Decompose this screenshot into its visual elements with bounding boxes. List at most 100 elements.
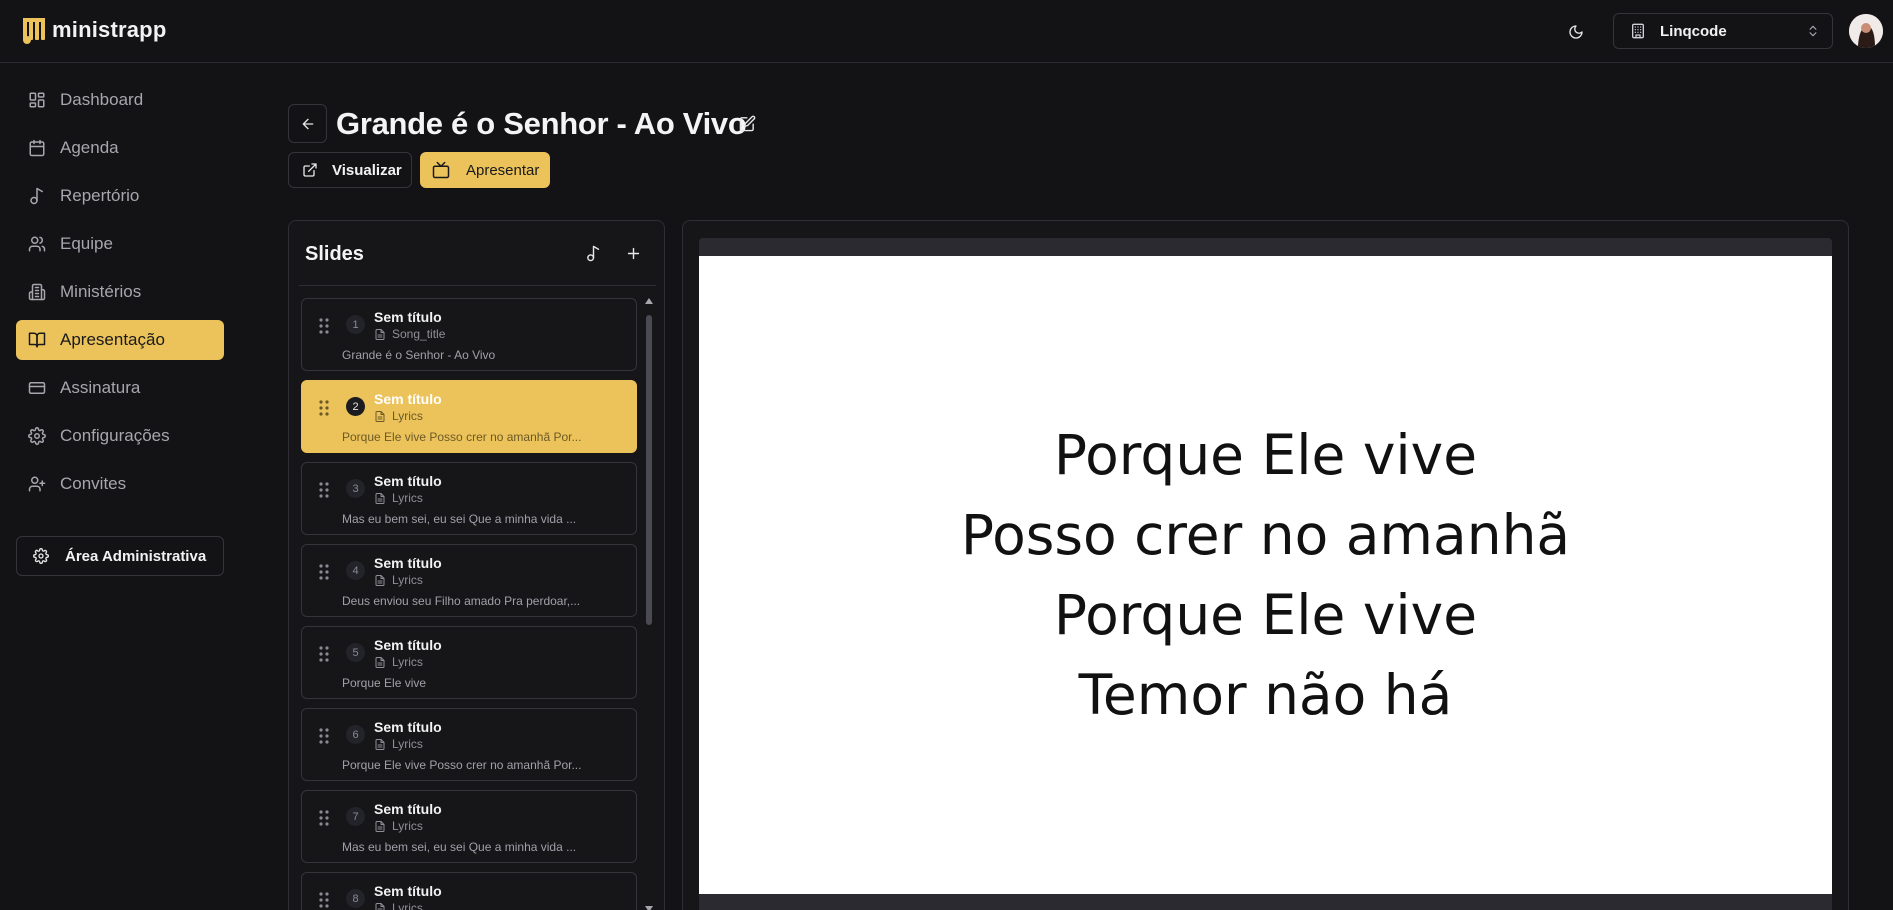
building-icon <box>28 283 46 301</box>
slide-preview-text: Grande é o Senhor - Ao Vivo <box>342 348 496 362</box>
admin-area-button[interactable]: Área Administrativa <box>16 536 224 576</box>
add-song-button[interactable] <box>585 245 602 262</box>
file-text-icon <box>374 902 386 910</box>
drag-handle-icon[interactable] <box>318 645 330 663</box>
theme-toggle-button[interactable] <box>1564 20 1588 44</box>
slide-type: Lyrics <box>374 491 423 505</box>
app-logo[interactable]: ministrapp <box>22 15 166 45</box>
drag-handle-icon[interactable] <box>318 481 330 499</box>
lyric-line: Temor não há <box>1078 663 1453 727</box>
logo-icon <box>22 15 48 45</box>
slide-number: 8 <box>346 889 365 908</box>
slide-title: Sem título <box>374 555 442 571</box>
sidebar-item-label: Apresentação <box>60 330 165 349</box>
drag-handle-icon[interactable] <box>318 727 330 745</box>
sidebar-item-label: Assinatura <box>60 378 141 397</box>
slide-card[interactable]: 5 Sem título Lyrics Porque Ele vive <box>301 626 637 699</box>
file-text-icon <box>374 738 386 751</box>
slide-preview-text: Mas eu bem sei, eu sei Que a minha vida … <box>342 840 577 854</box>
external-link-icon <box>302 162 318 178</box>
slide-number: 3 <box>346 479 365 498</box>
slide-number: 1 <box>346 315 365 334</box>
top-bar: ministrapp Linqcode <box>0 0 1893 63</box>
slide-card[interactable]: 1 Sem título Song_title Grande é o Senhor -… <box>301 298 637 371</box>
slide-card[interactable]: 2 Sem título Lyrics Porque Ele vive Posso c… <box>301 380 637 453</box>
moon-icon <box>1568 24 1584 40</box>
credit-card-icon <box>28 379 46 397</box>
file-text-icon <box>374 492 386 505</box>
app-name: ministrapp <box>52 17 167 42</box>
sidebar-item-label: Equipe <box>60 234 113 253</box>
sidebar-item-assinatura[interactable]: Assinatura <box>16 368 224 408</box>
gear-icon <box>28 427 46 445</box>
sidebar-item-equipe[interactable]: Equipe <box>16 224 224 264</box>
sidebar-item-dashboard[interactable]: Dashboard <box>16 80 224 120</box>
slide-type: Lyrics <box>374 655 423 669</box>
slide-title: Sem título <box>374 637 442 653</box>
file-text-icon <box>374 574 386 587</box>
arrow-left-icon <box>300 116 316 132</box>
slide-type: Song_title <box>374 327 445 341</box>
slide-type-label: Lyrics <box>392 409 423 423</box>
slide-preview-text: Porque Ele vive Posso crer no amanhã Por… <box>342 430 582 444</box>
sidebar-item-convites[interactable]: Convites <box>16 464 224 504</box>
slide-number: 2 <box>346 397 365 416</box>
file-text-icon <box>374 410 386 423</box>
sidebar-item-agenda[interactable]: Agenda <box>16 128 224 168</box>
slide-type-label: Song_title <box>392 327 446 341</box>
drag-handle-icon[interactable] <box>318 317 330 335</box>
divider <box>299 285 656 286</box>
chevrons-up-down-icon <box>1806 24 1820 38</box>
view-button[interactable]: Visualizar <box>288 152 412 188</box>
slide-card[interactable]: 7 Sem título Lyrics Mas eu bem sei, eu sei … <box>301 790 637 863</box>
slide-card[interactable]: 3 Sem título Lyrics Mas eu bem sei, eu sei … <box>301 462 637 535</box>
organization-select[interactable]: Linqcode <box>1613 13 1833 49</box>
slide-type: Lyrics <box>374 573 423 587</box>
slide-number: 5 <box>346 643 365 662</box>
lyric-line: Posso crer no amanhã <box>960 503 1571 567</box>
admin-area-label: Área Administrativa <box>65 547 207 565</box>
slides-scrollbar[interactable] <box>644 295 654 910</box>
present-button-label: Apresentar <box>466 161 540 179</box>
slide-card[interactable]: 8 Sem título Lyrics <box>301 872 637 910</box>
lyric-line: Porque Ele vive <box>1053 423 1478 487</box>
user-plus-icon <box>28 475 46 493</box>
back-button[interactable] <box>288 104 327 143</box>
gear-icon <box>33 548 49 564</box>
slide-title: Sem título <box>374 473 442 489</box>
slide-type-label: Lyrics <box>392 901 423 910</box>
music-note-icon <box>28 187 46 205</box>
sidebar-item-ministerios[interactable]: Ministérios <box>16 272 224 312</box>
sidebar-item-repertorio[interactable]: Repertório <box>16 176 224 216</box>
present-button[interactable]: Apresentar <box>420 152 550 188</box>
book-open-icon <box>28 331 46 349</box>
slide-title: Sem título <box>374 309 442 325</box>
slide-preview-text: Mas eu bem sei, eu sei Que a minha vida … <box>342 512 577 526</box>
drag-handle-icon[interactable] <box>318 399 330 417</box>
sidebar-item-label: Repertório <box>60 186 140 205</box>
edit-title-icon[interactable] <box>739 115 756 132</box>
slide-type: Lyrics <box>374 819 423 833</box>
slide-type-label: Lyrics <box>392 819 423 833</box>
sidebar-item-apresentacao[interactable]: Apresentação <box>16 320 224 360</box>
drag-handle-icon[interactable] <box>318 891 330 909</box>
sidebar-item-configuracoes[interactable]: Configurações <box>16 416 224 456</box>
organization-name: Linqcode <box>1660 22 1727 40</box>
drag-handle-icon[interactable] <box>318 563 330 581</box>
page-title: Grande é o Senhor - Ao Vivo <box>336 106 747 141</box>
scroll-thumb[interactable] <box>646 315 652 625</box>
slide-type-label: Lyrics <box>392 655 423 669</box>
slide-card[interactable]: 6 Sem título Lyrics Porque Ele vive Posso c… <box>301 708 637 781</box>
slide-card[interactable]: 4 Sem título Lyrics Deus enviou seu Filho a… <box>301 544 637 617</box>
sidebar-item-label: Agenda <box>60 138 119 157</box>
stage-bottom-bar <box>699 894 1832 910</box>
slide-type-label: Lyrics <box>392 491 423 505</box>
slides-panel: Slides 1 Sem título Song_title Grande é o S… <box>288 220 665 910</box>
user-avatar[interactable] <box>1849 14 1883 48</box>
add-slide-button[interactable] <box>625 245 642 262</box>
slide-type: Lyrics <box>374 409 423 423</box>
lyric-line: Porque Ele vive <box>1053 583 1478 647</box>
drag-handle-icon[interactable] <box>318 809 330 827</box>
slide-type-label: Lyrics <box>392 737 423 751</box>
building-icon <box>1630 23 1646 39</box>
